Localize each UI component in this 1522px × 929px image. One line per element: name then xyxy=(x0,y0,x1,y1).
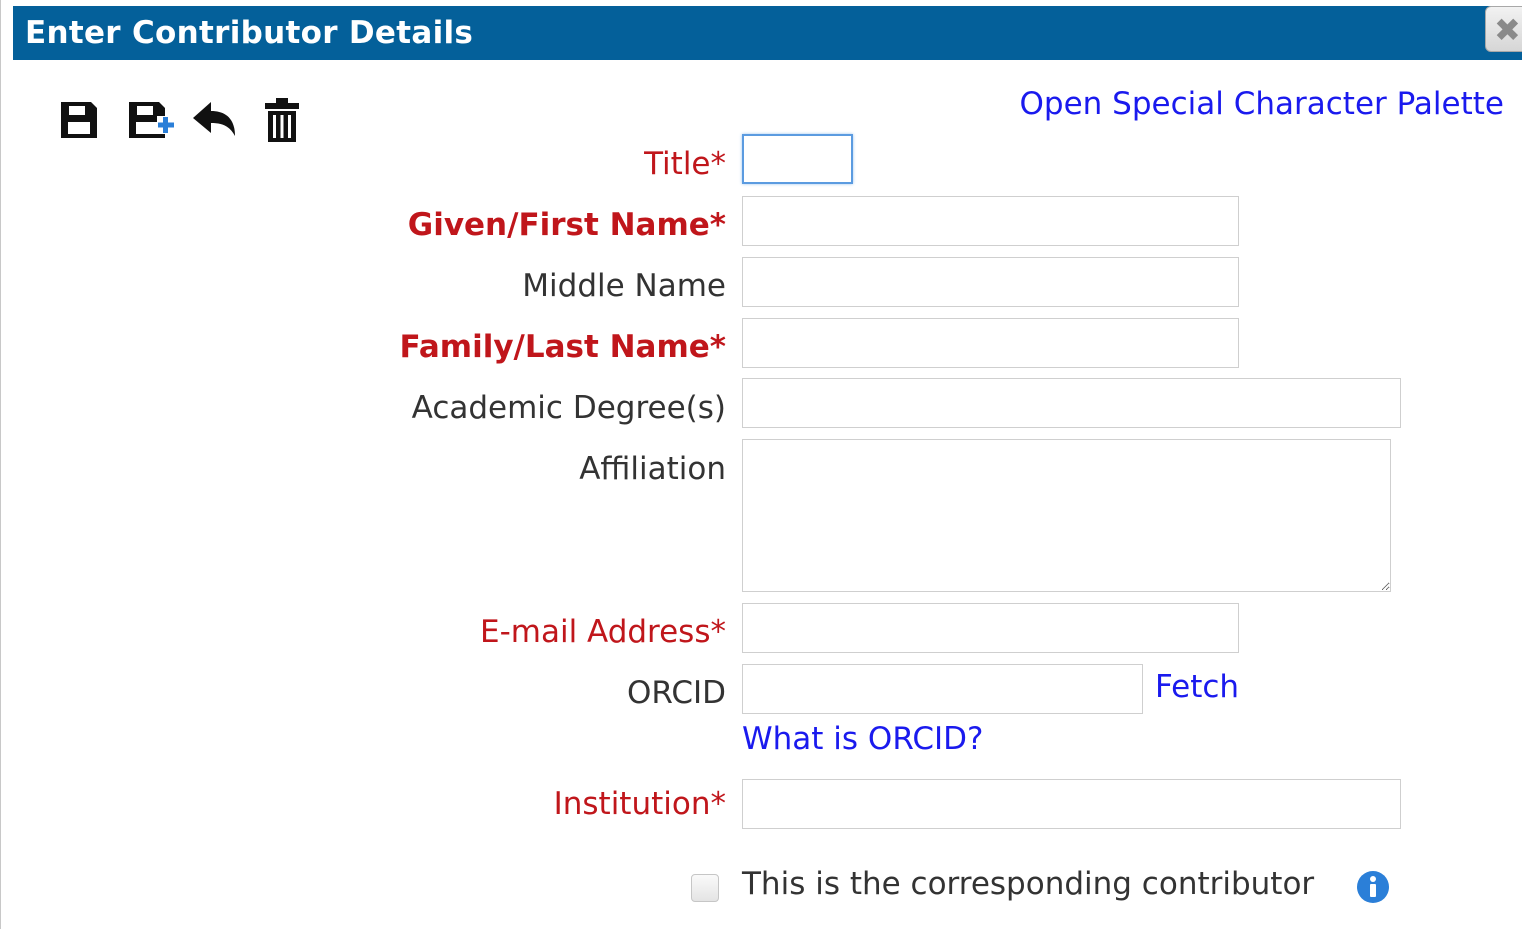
dialog-title: Enter Contributor Details xyxy=(25,15,474,51)
dialog-titlebar: Enter Contributor Details xyxy=(13,6,1522,60)
institution-input[interactable] xyxy=(742,779,1401,829)
close-button[interactable]: ✖ xyxy=(1485,6,1522,52)
email-input[interactable] xyxy=(742,603,1239,653)
family-name-label: Family/Last Name* xyxy=(399,329,727,365)
middle-name-input[interactable] xyxy=(742,257,1239,307)
contributor-dialog: Enter Contributor Details ✖ Open Special… xyxy=(0,0,1522,929)
save-and-add-icon[interactable] xyxy=(125,98,175,144)
academic-degrees-input[interactable] xyxy=(742,378,1401,428)
special-character-palette-link[interactable]: Open Special Character Palette xyxy=(1020,86,1504,122)
family-name-input[interactable] xyxy=(742,318,1239,368)
undo-icon[interactable] xyxy=(191,98,239,144)
title-label: Title* xyxy=(644,146,726,182)
what-is-orcid-link[interactable]: What is ORCID? xyxy=(742,721,983,757)
affiliation-textarea[interactable] xyxy=(742,439,1391,592)
info-icon[interactable] xyxy=(1356,870,1390,904)
corresponding-contributor-checkbox[interactable] xyxy=(691,874,719,902)
given-name-input[interactable] xyxy=(742,196,1239,246)
close-icon: ✖ xyxy=(1494,11,1521,49)
orcid-input[interactable] xyxy=(742,664,1143,714)
academic-degrees-label: Academic Degree(s) xyxy=(411,390,726,426)
corresponding-contributor-label: This is the corresponding contributor xyxy=(742,866,1315,902)
email-label: E-mail Address* xyxy=(479,614,726,650)
middle-name-label: Middle Name xyxy=(522,268,726,304)
title-input[interactable] xyxy=(742,134,853,184)
given-name-label: Given/First Name* xyxy=(407,207,726,243)
save-icon[interactable] xyxy=(57,98,105,144)
institution-label: Institution* xyxy=(553,786,726,822)
affiliation-label: Affiliation xyxy=(579,451,726,487)
orcid-label: ORCID xyxy=(626,675,726,711)
fetch-link[interactable]: Fetch xyxy=(1155,669,1239,705)
trash-icon[interactable] xyxy=(263,98,311,144)
